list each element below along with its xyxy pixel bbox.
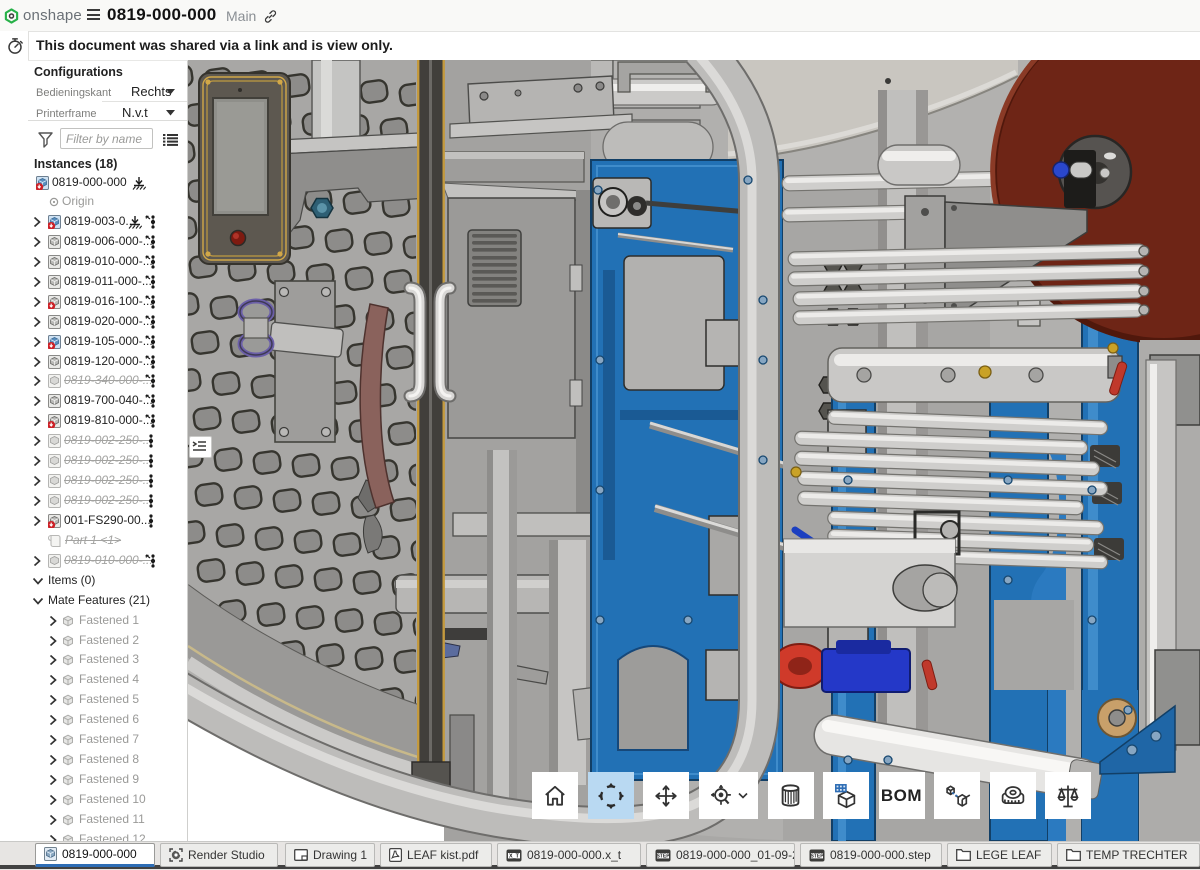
svg-text:STEP: STEP (810, 853, 824, 859)
svg-text:X_T: X_T (509, 853, 520, 859)
svg-text:STEP: STEP (656, 853, 670, 859)
